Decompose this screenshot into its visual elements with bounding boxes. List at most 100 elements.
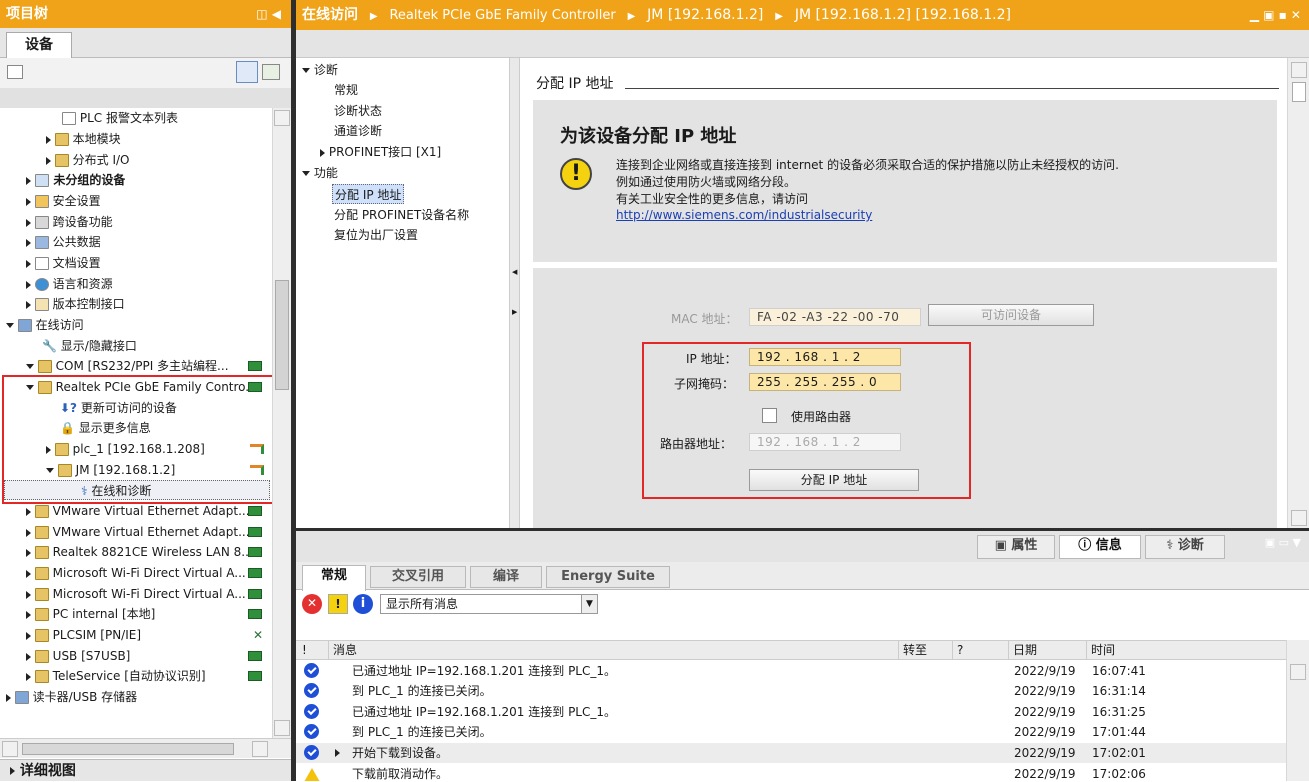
table-row[interactable]: 到 PLC_1 的连接已关闭。 2022/9/19 16:31:14 [296, 681, 1286, 701]
tree-item-vmware-2[interactable]: VMware Virtual Ethernet Adapt... [0, 522, 272, 542]
tree-item-wifi-direct-2[interactable]: Microsoft Wi-Fi Direct Virtual A... [0, 584, 272, 604]
expand-arrow-icon[interactable] [26, 218, 31, 227]
error-filter-icon[interactable]: ✕ [302, 594, 322, 614]
expand-arrow-icon[interactable] [46, 156, 51, 165]
col-message[interactable]: 消息 [328, 641, 357, 660]
splitter-arrow-icon[interactable]: ▶ [512, 308, 517, 316]
table-row[interactable]: 到 PLC_1 的连接已关闭。 2022/9/19 17:01:44 [296, 722, 1286, 742]
scroll-up-icon[interactable] [1290, 664, 1306, 680]
nav-assign-name[interactable]: 分配 PROFINET设备名称 [296, 205, 469, 225]
expand-arrow-icon[interactable] [26, 280, 31, 289]
tree-item-realtek-wlan[interactable]: Realtek 8821CE Wireless LAN 8... [0, 542, 272, 562]
tree-item-cross-device[interactable]: 跨设备功能 [0, 212, 113, 232]
expand-arrow-icon[interactable] [26, 672, 31, 681]
tree-view-icon[interactable] [236, 61, 258, 83]
breadcrumb-device-ip[interactable]: JM [192.168.1.2] [192.168.1.2] [795, 7, 1011, 23]
expand-arrow-icon[interactable] [26, 590, 31, 599]
detail-view-bar[interactable]: 详细视图 [0, 759, 291, 781]
tree-item-common-data[interactable]: 公共数据 [0, 232, 101, 252]
tree-item-online-access[interactable]: 在线访问 [0, 315, 84, 335]
tree-settings-icon[interactable] [7, 65, 23, 79]
expand-arrow-icon[interactable] [26, 259, 31, 268]
splitter-arrow-icon[interactable]: ◀ [512, 268, 517, 276]
inspector-tab-diagnostics[interactable]: ⚕ 诊断 [1145, 535, 1225, 559]
table-row[interactable]: 下载前取消动作。 2022/9/19 17:02:06 [296, 764, 1286, 781]
expand-arrow-icon[interactable] [26, 300, 31, 309]
tree-item-security[interactable]: 安全设置 [0, 191, 101, 211]
breadcrumb-adapter[interactable]: Realtek PCIe GbE Family Controller [389, 8, 615, 23]
tree-item-teleservice[interactable]: TeleService [自动协议识别] [0, 666, 272, 686]
tree-item-vmware-1[interactable]: VMware Virtual Ethernet Adapt... [0, 501, 272, 521]
expand-arrow-icon[interactable] [6, 693, 11, 702]
info-filter-icon[interactable]: i [353, 594, 373, 614]
nav-diag-status[interactable]: 诊断状态 [296, 101, 382, 121]
expand-arrow-icon[interactable] [46, 135, 51, 144]
expand-arrow-icon[interactable] [26, 528, 31, 537]
nav-profinet[interactable]: PROFINET接口 [X1] [296, 142, 441, 162]
info-tab-energy[interactable]: Energy Suite [546, 566, 670, 588]
scroll-up-icon[interactable] [274, 110, 290, 126]
inspector-tab-properties[interactable]: ▣ 属性 [977, 535, 1055, 559]
nav-general[interactable]: 常规 [296, 80, 358, 100]
nav-channel-diag[interactable]: 通道诊断 [296, 121, 382, 141]
scroll-down-icon[interactable] [1291, 510, 1307, 526]
info-tab-cross-ref[interactable]: 交叉引用 [370, 566, 466, 588]
nav-diagnostics[interactable]: 诊断 [296, 60, 338, 80]
col-goto[interactable]: 转至 [898, 641, 952, 660]
expand-arrow-icon[interactable] [335, 749, 340, 757]
inspector-tab-info[interactable]: ⓘ 信息 [1059, 535, 1141, 559]
scroll-thumb[interactable] [275, 280, 289, 390]
tree-item-show-hide[interactable]: 🔧 显示/隐藏接口 [0, 336, 137, 356]
inspector-window-controls[interactable]: ▣ ▭ ▼ [1265, 536, 1301, 549]
expand-arrow-icon[interactable] [26, 652, 31, 661]
tree-grid-icon[interactable] [262, 64, 280, 80]
tree-item-card-reader[interactable]: 读卡器/USB 存储器 [0, 687, 137, 707]
tree-item-usb[interactable]: USB [S7USB] [0, 646, 272, 666]
tree-horizontal-scrollbar[interactable] [0, 738, 291, 758]
collapse-arrow-icon[interactable] [6, 323, 14, 328]
col-time[interactable]: 时间 [1086, 641, 1115, 660]
message-filter-select[interactable]: 显示所有消息 ▼ [380, 594, 598, 614]
scroll-down-icon[interactable] [274, 720, 290, 736]
expand-arrow-icon[interactable] [26, 238, 31, 247]
security-link[interactable]: http://www.siemens.com/industrialsecurit… [616, 208, 872, 222]
chevron-down-icon[interactable]: ▼ [581, 595, 597, 613]
messages-scrollbar[interactable] [1286, 640, 1309, 781]
breadcrumb-device[interactable]: JM [192.168.1.2] [647, 7, 763, 23]
info-tab-compile[interactable]: 编译 [470, 566, 542, 588]
info-tab-general[interactable]: 常规 [302, 565, 366, 591]
expand-arrow-icon[interactable] [10, 767, 15, 775]
expand-arrow-icon[interactable] [26, 610, 31, 619]
tree-vertical-scrollbar[interactable] [272, 108, 291, 738]
content-scrollbar[interactable] [1287, 58, 1309, 528]
tree-item-languages[interactable]: 语言和资源 [0, 274, 113, 294]
nav-assign-ip[interactable]: 分配 IP 地址 [332, 184, 405, 204]
breadcrumb-online-access[interactable]: 在线访问 [302, 7, 358, 23]
expand-arrow-icon[interactable] [26, 569, 31, 578]
window-controls[interactable]: ▁ ▣ ▪ ✕ [1250, 0, 1301, 30]
nav-reset[interactable]: 复位为出厂设置 [296, 225, 418, 245]
nav-functions[interactable]: 功能 [296, 163, 338, 183]
col-question[interactable]: ? [952, 641, 1008, 660]
collapse-arrow-icon[interactable] [26, 364, 34, 369]
col-date[interactable]: 日期 [1008, 641, 1086, 660]
scroll-left-icon[interactable] [2, 741, 18, 757]
tree-item-plcsim[interactable]: PLCSIM [PN/IE] ✕ [0, 625, 272, 645]
tree-item-com[interactable]: COM [RS232/PPI 多主站编程... [0, 356, 272, 376]
tree-item-local-modules[interactable]: 本地模块 [0, 129, 121, 149]
expand-arrow-icon[interactable] [26, 176, 31, 185]
col-bang[interactable]: ! [302, 641, 307, 659]
expand-arrow-icon[interactable] [26, 631, 31, 640]
table-row[interactable]: 已通过地址 IP=192.168.1.201 连接到 PLC_1。 2022/9… [296, 702, 1286, 722]
scroll-right-icon[interactable] [252, 741, 268, 757]
h-scroll-thumb[interactable] [22, 743, 234, 755]
nav-splitter[interactable]: ◀ ▶ [510, 58, 520, 528]
tree-item-doc-settings[interactable]: 文档设置 [0, 253, 101, 273]
tree-item-version-control[interactable]: 版本控制接口 [0, 294, 125, 314]
expand-arrow-icon[interactable] [26, 197, 31, 206]
table-row[interactable]: 已通过地址 IP=192.168.1.201 连接到 PLC_1。 2022/9… [296, 661, 1286, 681]
scroll-up-icon[interactable] [1291, 62, 1307, 78]
accessible-devices-button[interactable]: 可访问设备 [928, 304, 1094, 326]
tree-item-pc-internal[interactable]: PC internal [本地] [0, 604, 272, 624]
expand-arrow-icon[interactable] [26, 548, 31, 557]
